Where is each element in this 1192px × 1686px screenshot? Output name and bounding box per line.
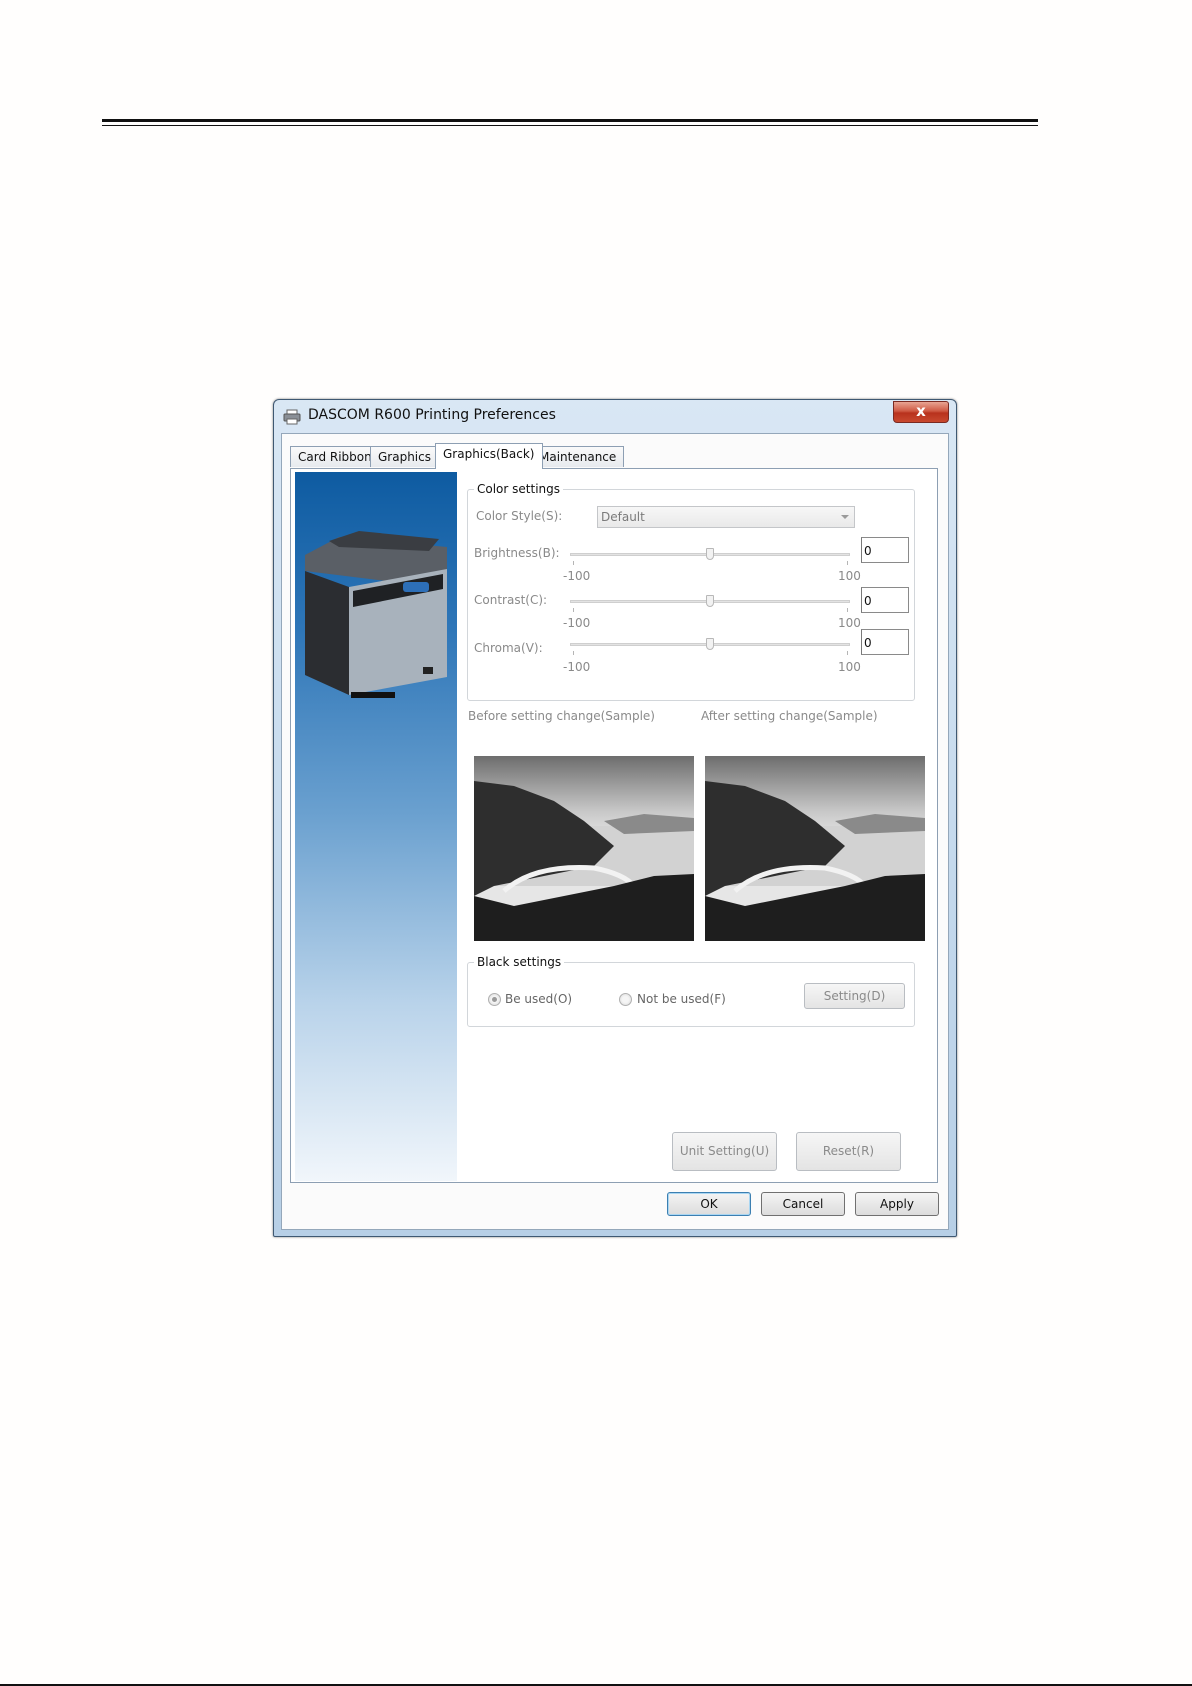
chroma-slider-thumb[interactable] — [706, 638, 714, 650]
brightness-slider-thumb[interactable] — [706, 548, 714, 560]
not-be-used-label[interactable]: Not be used(F) — [637, 992, 726, 1006]
tab-maintenance[interactable]: Maintenance — [531, 446, 625, 467]
after-sample-image — [705, 756, 925, 941]
chevron-down-icon — [841, 515, 849, 519]
close-button[interactable]: x — [893, 401, 949, 423]
chroma-label: Chroma(V): — [474, 641, 543, 655]
color-style-label: Color Style(S): — [476, 509, 563, 523]
tab-panel-graphics-back: Color settings Color Style(S): Default B… — [290, 468, 938, 1183]
tick-mark — [573, 608, 574, 612]
before-sample-image — [474, 756, 694, 941]
tab-graphics-back[interactable]: Graphics(Back) — [435, 443, 543, 469]
document-header-rule-thick — [102, 119, 1038, 122]
printer-image — [305, 531, 447, 698]
ok-button[interactable]: OK — [667, 1192, 751, 1216]
contrast-min-label: -100 — [563, 616, 591, 630]
tick-mark — [573, 561, 574, 565]
apply-button[interactable]: Apply — [855, 1192, 939, 1216]
unit-setting-button[interactable]: Unit Setting(U) — [672, 1132, 777, 1171]
color-settings-group: Color settings Color Style(S): Default B… — [467, 482, 916, 701]
chroma-min-label: -100 — [563, 660, 591, 674]
be-used-radio[interactable] — [488, 993, 501, 1006]
reset-button[interactable]: Reset(R) — [796, 1132, 901, 1171]
window-title: DASCOM R600 Printing Preferences — [308, 407, 556, 423]
chroma-row: Chroma(V): -100 100 0 — [468, 629, 916, 686]
dialog-client-area: Card Ribbon Graphics Graphics(Back) Main… — [281, 433, 949, 1230]
printer-icon — [283, 409, 301, 425]
color-style-dropdown[interactable]: Default — [597, 506, 855, 528]
color-style-value: Default — [601, 510, 645, 524]
brightness-value-field[interactable]: 0 — [861, 537, 909, 563]
brightness-max-label: 100 — [838, 569, 861, 583]
be-used-label[interactable]: Be used(O) — [505, 992, 572, 1006]
color-settings-label: Color settings — [474, 482, 563, 496]
cancel-button[interactable]: Cancel — [761, 1192, 845, 1216]
printing-preferences-dialog: DASCOM R600 Printing Preferences x Card … — [273, 399, 957, 1237]
tick-mark — [573, 651, 574, 655]
tick-mark — [847, 608, 848, 612]
black-setting-button[interactable]: Setting(D) — [804, 983, 905, 1009]
chroma-value-field[interactable]: 0 — [861, 629, 909, 655]
black-settings-group: Black settings Be used(O) Not be used(F)… — [467, 955, 915, 1027]
brightness-label: Brightness(B): — [474, 546, 560, 560]
after-sample-label: After setting change(Sample) — [701, 709, 878, 723]
title-bar[interactable]: DASCOM R600 Printing Preferences x — [274, 400, 956, 432]
tick-mark — [847, 561, 848, 565]
printer-banner — [295, 472, 457, 1181]
contrast-slider-thumb[interactable] — [706, 595, 714, 607]
tab-graphics[interactable]: Graphics — [370, 446, 439, 467]
not-be-used-radio[interactable] — [619, 993, 632, 1006]
contrast-label: Contrast(C): — [474, 593, 548, 607]
document-header-rule-thin — [102, 125, 1038, 126]
tab-card-ribbon[interactable]: Card Ribbon — [290, 446, 380, 467]
before-sample-label: Before setting change(Sample) — [468, 709, 655, 723]
tick-mark — [847, 651, 848, 655]
radio-selected-dot — [492, 997, 497, 1002]
chroma-max-label: 100 — [838, 660, 861, 674]
contrast-max-label: 100 — [838, 616, 861, 630]
brightness-min-label: -100 — [563, 569, 591, 583]
contrast-row: Contrast(C): -100 100 0 — [468, 587, 916, 638]
black-settings-label: Black settings — [474, 955, 565, 969]
contrast-value-field[interactable]: 0 — [861, 587, 909, 613]
brightness-row: Brightness(B): -100 100 0 — [468, 537, 916, 591]
